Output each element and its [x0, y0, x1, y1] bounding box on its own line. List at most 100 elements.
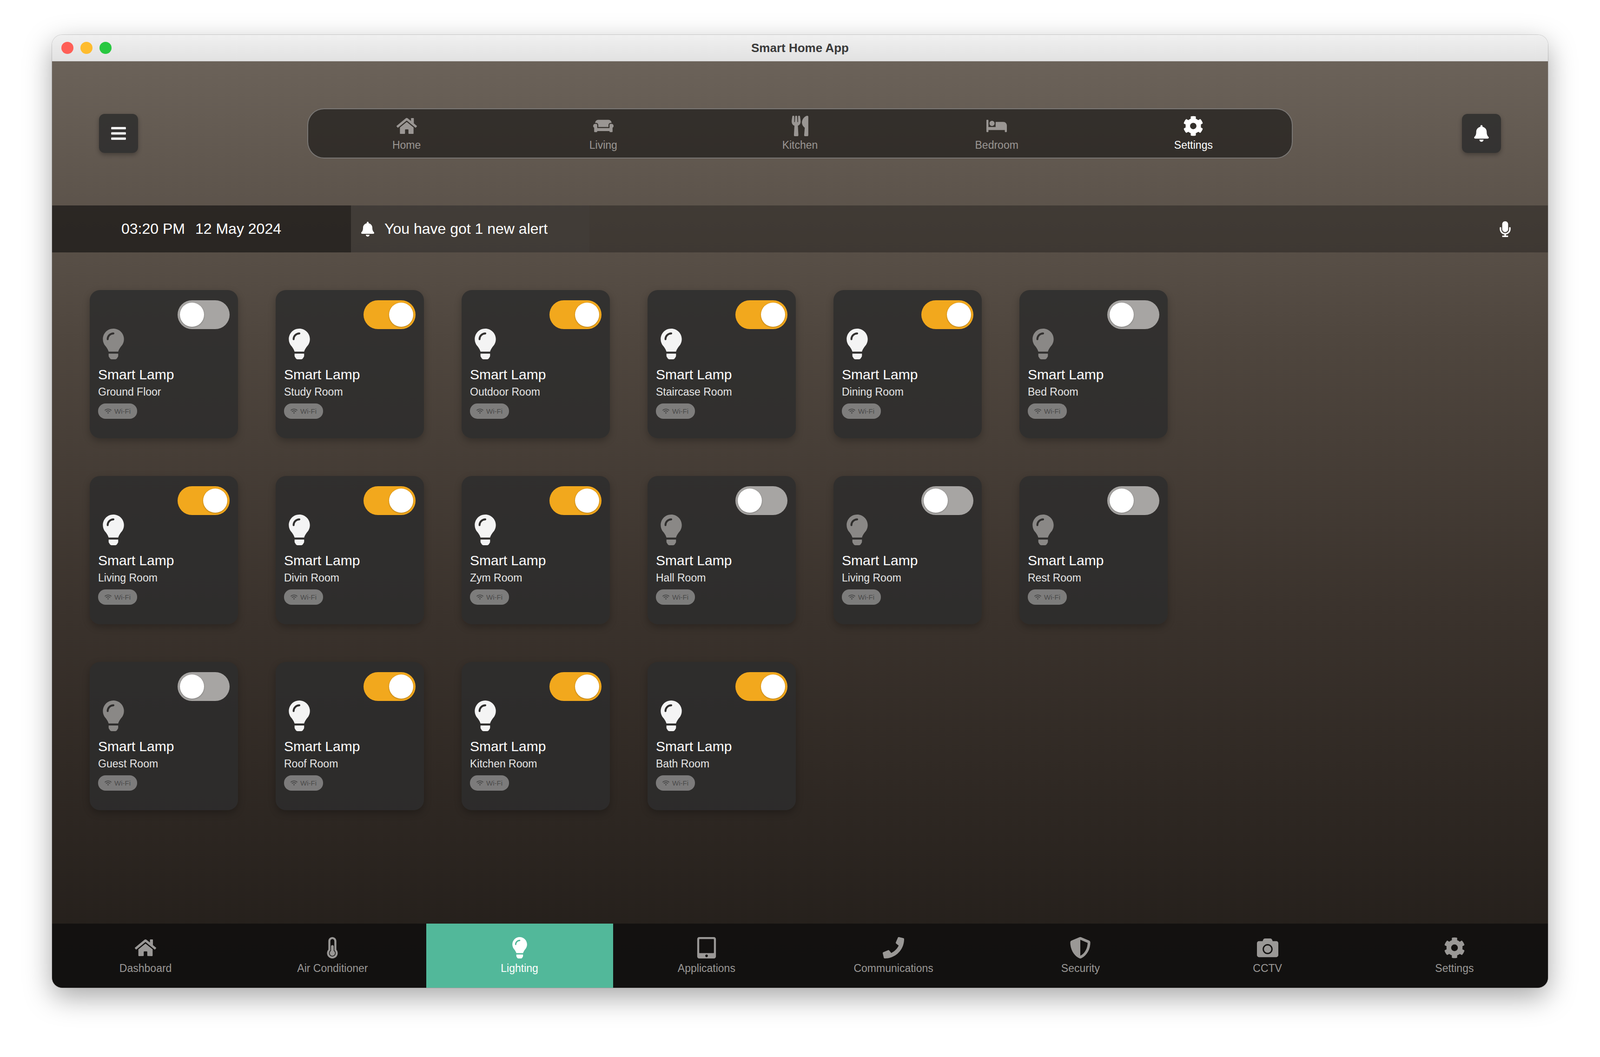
room-tab[interactable]: Kitchen [701, 109, 899, 158]
lamp-name: Smart Lamp [469, 738, 602, 755]
lamp-card: Smart LampBed RoomWi-Fi [1019, 290, 1168, 439]
wifi-badge: Wi-Fi [1027, 589, 1067, 605]
bulb-icon [98, 510, 230, 550]
minimize-button[interactable] [80, 41, 93, 54]
gear-icon [1183, 115, 1204, 137]
alert[interactable]: You have got 1 new alert [350, 205, 590, 253]
room-name: Kitchen Room [469, 757, 602, 771]
lamp-card: Smart LampDivin RoomWi-Fi [275, 476, 424, 625]
card-top [469, 672, 602, 701]
lamp-toggle[interactable] [1107, 300, 1160, 330]
lamp-name: Smart Lamp [284, 738, 416, 755]
lamp-toggle[interactable] [735, 486, 788, 516]
nav-item[interactable]: Air Conditioner [238, 923, 426, 988]
room-name: Staircase Room [655, 385, 788, 399]
room-tab[interactable]: Home [308, 109, 505, 158]
lightbulb-icon [655, 700, 687, 732]
close-button[interactable] [61, 41, 74, 54]
tablet-icon [695, 937, 718, 959]
microphone-icon [1497, 221, 1514, 238]
room-tab[interactable]: Bedroom [898, 109, 1096, 158]
voice-button[interactable] [1487, 205, 1548, 253]
zoom-button[interactable] [99, 41, 112, 54]
lamp-toggle[interactable] [921, 300, 974, 330]
traffic-lights [61, 41, 155, 54]
room-name: Divin Room [284, 571, 416, 585]
lamp-card: Smart LampLiving RoomWi-Fi [833, 476, 982, 625]
wifi-badge: Wi-Fi [469, 589, 510, 605]
wifi-badge: Wi-Fi [98, 589, 138, 605]
room-name: Dining Room [841, 385, 974, 399]
card-top [469, 300, 602, 330]
lamp-toggle[interactable] [363, 300, 416, 330]
bulb-icon [655, 510, 788, 550]
wifi-badge: Wi-Fi [469, 403, 510, 419]
lamp-name: Smart Lamp [1027, 366, 1160, 384]
bulb-icon [469, 510, 602, 550]
wifi-icon [662, 593, 670, 601]
menu-button[interactable] [99, 113, 139, 153]
lamp-name: Smart Lamp [655, 366, 788, 384]
lamp-name: Smart Lamp [469, 552, 602, 569]
lamp-toggle[interactable] [177, 672, 230, 701]
wifi-icon [290, 407, 298, 415]
wifi-badge: Wi-Fi [655, 403, 695, 419]
notifications-button[interactable] [1461, 113, 1501, 153]
nav-item[interactable]: CCTV [1174, 923, 1362, 988]
nav-item[interactable]: Communications [800, 923, 987, 988]
lamp-toggle[interactable] [549, 486, 602, 516]
lamp-toggle[interactable] [735, 300, 788, 330]
lamp-toggle[interactable] [177, 486, 230, 516]
card-top [655, 672, 788, 701]
lamp-card: Smart LampDining Room Wi-Fi [833, 290, 982, 439]
menu-icon [110, 125, 127, 142]
lamp-card: Smart LampStudy RoomWi-Fi [275, 290, 424, 439]
wifi-badge: Wi-Fi [655, 775, 695, 791]
lightbulb-icon [284, 514, 315, 546]
title-bar: Smart Home App [52, 34, 1548, 62]
room-name: Study Room [284, 385, 416, 399]
lamp-toggle[interactable] [921, 486, 974, 516]
wifi-badge: Wi-Fi [841, 403, 881, 419]
lamp-name: Smart Lamp [284, 552, 416, 569]
lamp-toggle[interactable] [177, 300, 230, 330]
bottom-nav: DashboardAir ConditionerLightingApplicat… [52, 923, 1548, 988]
lamp-name: Smart Lamp [98, 366, 230, 384]
lightbulb-icon [98, 328, 129, 360]
room-name: Hall Room [655, 571, 788, 585]
toggle-knob [1109, 302, 1134, 327]
gear-icon [1443, 937, 1466, 959]
card-top [284, 300, 416, 330]
wifi-icon [1034, 407, 1042, 415]
lamp-card: Smart LampKitchen RoomWi-Fi [461, 661, 610, 811]
nav-item[interactable]: Applications [613, 923, 800, 988]
nav-item[interactable]: Dashboard [52, 923, 239, 988]
room-tab[interactable]: Settings [1095, 109, 1292, 158]
nav-item[interactable]: Settings [1361, 923, 1548, 988]
nav-item[interactable]: Lighting [426, 923, 614, 988]
toggle-knob [760, 302, 786, 327]
lightbulb-icon [1027, 514, 1059, 546]
house-icon [134, 937, 157, 959]
lamp-card: Smart LampZym RoomWi-Fi [461, 476, 610, 625]
lamp-card: Smart LampRest RoomWi-Fi [1019, 476, 1168, 625]
lamp-name: Smart Lamp [841, 366, 974, 384]
nav-item[interactable]: Security [986, 923, 1174, 988]
wifi-badge: Wi-Fi [98, 775, 138, 791]
room-tab[interactable]: Living [504, 109, 702, 158]
room-photo-background: HomeLivingKitchenBedroomSettings03:20 PM… [52, 61, 1548, 988]
lamp-toggle[interactable] [1107, 486, 1160, 516]
lightbulb-icon [655, 328, 687, 360]
telephone-icon [882, 937, 905, 959]
lamp-toggle[interactable] [363, 486, 416, 516]
camera-icon [1256, 937, 1279, 959]
card-top [98, 300, 230, 330]
lamp-toggle[interactable] [735, 672, 788, 701]
lamp-name: Smart Lamp [469, 366, 602, 384]
lamp-toggle[interactable] [549, 300, 602, 330]
lamp-toggle[interactable] [363, 672, 416, 701]
wifi-badge: Wi-Fi [655, 589, 695, 605]
lamp-toggle[interactable] [549, 672, 602, 701]
window-title: Smart Home App [154, 40, 1539, 56]
wifi-icon [104, 407, 112, 415]
